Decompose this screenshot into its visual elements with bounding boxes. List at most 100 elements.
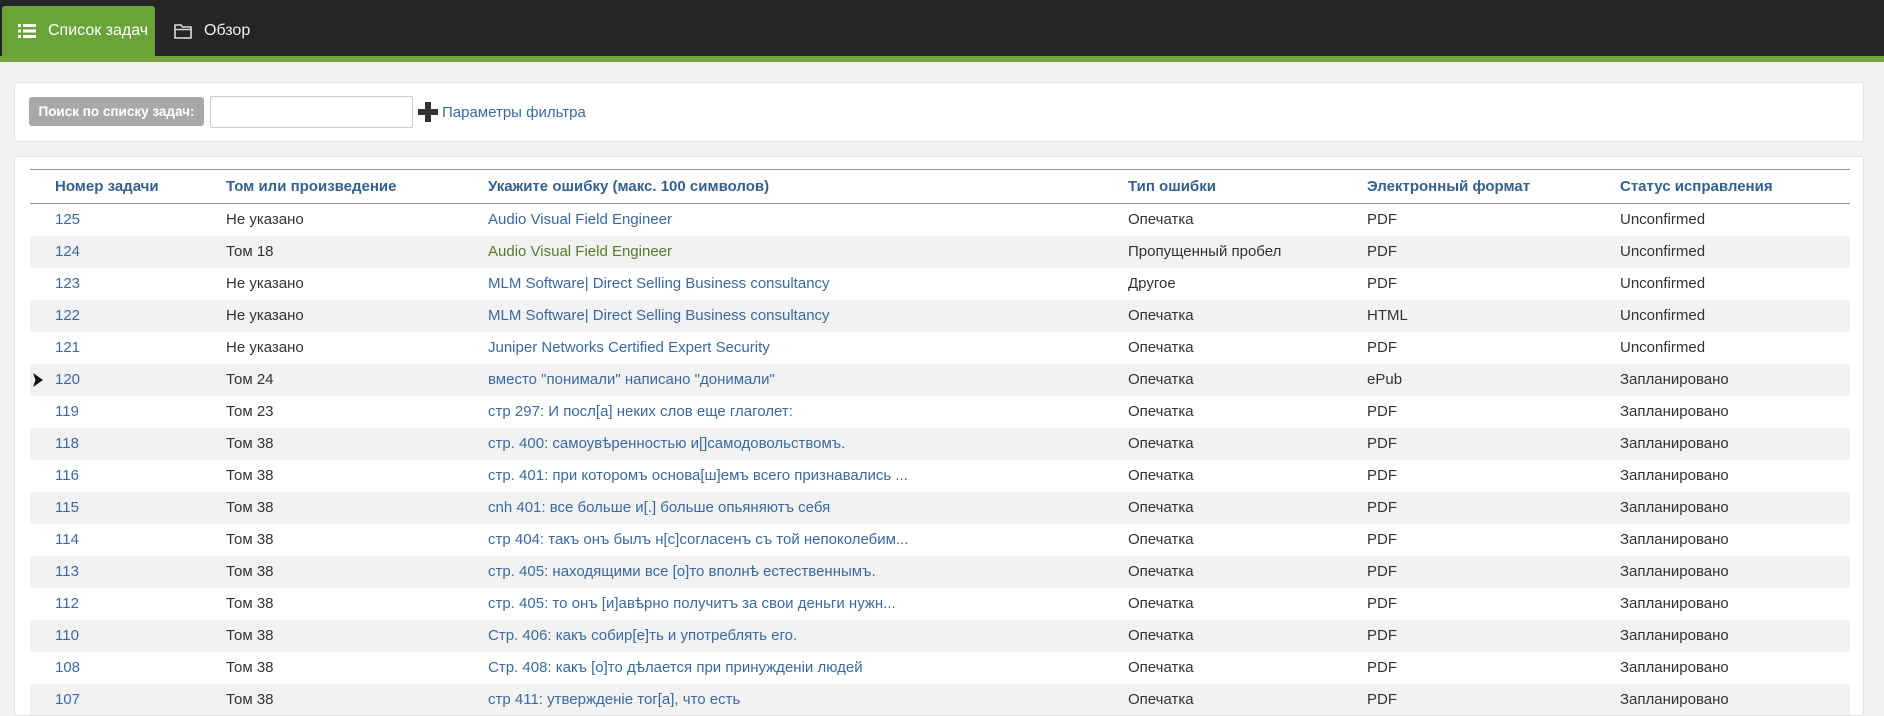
table-row[interactable]: 118 Том 38 стр. 400: самоувѣренностью и[]с…: [30, 427, 1850, 460]
cell-task-number[interactable]: 122: [30, 300, 201, 332]
table-row[interactable]: 113 Том 38 стр. 405: находящими все [о]то …: [30, 555, 1850, 588]
cell-task-number[interactable]: 125: [30, 204, 201, 236]
cell-volume: Том 38: [201, 684, 463, 716]
cell-format: PDF: [1342, 492, 1595, 524]
tab-task-list[interactable]: Список задач: [2, 6, 155, 56]
cell-error-description[interactable]: стр. 405: находящими все [о]то вполнѣ ес…: [463, 556, 1103, 588]
cell-error-description[interactable]: стр. 400: самоувѣренностью и[]самодоволь…: [463, 428, 1103, 460]
cell-task-number[interactable]: 121: [30, 332, 201, 364]
cell-volume-text: Том 38: [226, 659, 274, 676]
cell-error-description[interactable]: Audio Visual Field Engineer: [463, 204, 1103, 236]
header-volume[interactable]: Том или произведение: [201, 170, 463, 204]
header-error-description[interactable]: Укажите ошибку (макс. 100 символов): [463, 170, 1103, 204]
cell-error-description[interactable]: Juniper Networks Certified Expert Securi…: [463, 332, 1103, 364]
table-row[interactable]: 119 Том 23 стр 297: И посл[а] неких слов е…: [30, 396, 1850, 428]
table-row[interactable]: 125 Не указано Audio Visual Field Engineer…: [30, 204, 1850, 236]
cell-status-text: Запланировано: [1620, 691, 1729, 708]
cell-error-description-text: вместо "понимали" написано "донимали": [488, 371, 775, 388]
header-task-number[interactable]: Номер задачи: [30, 170, 201, 204]
cell-volume-text: Не указано: [226, 307, 304, 324]
table-row[interactable]: 108 Том 38 Стр. 408: какъ [о]то дѣлается п…: [30, 652, 1850, 684]
cell-error-description[interactable]: стр 411: утвержденіе тог[а], что есть: [463, 684, 1103, 716]
cell-status-text: Unconfirmed: [1620, 243, 1706, 260]
cell-task-number[interactable]: 118: [30, 428, 201, 460]
cell-volume: Том 24: [201, 364, 463, 396]
header-error-type[interactable]: Тип ошибки: [1103, 170, 1342, 204]
cell-error-description[interactable]: MLM Software| Direct Selling Business co…: [463, 268, 1103, 300]
table-row[interactable]: 124 Том 18 Audio Visual Field Engineer Проп…: [30, 235, 1850, 268]
table-row[interactable]: 115 Том 38 cnh 401: все больше и[.] больше…: [30, 491, 1850, 524]
cell-volume: Том 38: [201, 428, 463, 460]
cell-status: Запланировано: [1595, 396, 1850, 428]
table-row[interactable]: 122 Не указано MLM Software| Direct Sellin…: [30, 299, 1850, 332]
cell-error-description[interactable]: Audio Visual Field Engineer: [463, 236, 1103, 268]
filter-params-link[interactable]: Параметры фильтра: [417, 99, 586, 125]
cell-error-description-text: Стр. 408: какъ [о]то дѣлается при принуж…: [488, 659, 863, 676]
cell-volume: Не указано: [201, 300, 463, 332]
table-row[interactable]: 112 Том 38 стр. 405: то онъ [и]авѣрно полу…: [30, 588, 1850, 620]
cell-error-description[interactable]: cnh 401: все больше и[.] больше опьяняют…: [463, 492, 1103, 524]
cell-format-text: PDF: [1367, 275, 1397, 292]
cell-error-description[interactable]: стр 404: такъ онъ былъ н[с]согласенъ съ …: [463, 524, 1103, 556]
cell-task-number[interactable]: 123: [30, 268, 201, 300]
cell-status-text: Запланировано: [1620, 563, 1729, 580]
cell-volume-text: Том 38: [226, 563, 274, 580]
cell-volume: Том 38: [201, 620, 463, 652]
cell-error-description-text: стр. 405: находящими все [о]то вполнѣ ес…: [488, 563, 876, 580]
cell-volume: Том 38: [201, 492, 463, 524]
cell-task-number[interactable]: 107: [30, 684, 201, 716]
cell-task-number[interactable]: 110: [30, 620, 201, 652]
cell-error-type: Опечатка: [1103, 492, 1342, 524]
cell-format: PDF: [1342, 652, 1595, 684]
cell-format-text: PDF: [1367, 499, 1397, 516]
cell-error-description-text: Juniper Networks Certified Expert Securi…: [488, 339, 770, 356]
cell-status: Запланировано: [1595, 364, 1850, 396]
cell-error-description-text: стр. 400: самоувѣренностью и[]самодоволь…: [488, 435, 846, 452]
table-row[interactable]: 121 Не указано Juniper Networks Certified …: [30, 332, 1850, 364]
cell-status-text: Запланировано: [1620, 403, 1729, 420]
cell-error-description[interactable]: стр. 405: то онъ [и]авѣрно получитъ за с…: [463, 588, 1103, 620]
header-status[interactable]: Статус исправления: [1595, 170, 1850, 204]
cell-volume-text: Том 38: [226, 595, 274, 612]
cell-error-description-text: Стр. 406: какъ собир[е]ть и употреблять …: [488, 627, 798, 644]
cell-error-type: Опечатка: [1103, 556, 1342, 588]
table-row[interactable]: 120 Том 24 вместо "понимали" написано "дон…: [30, 363, 1850, 396]
cell-error-description[interactable]: вместо "понимали" написано "донимали": [463, 364, 1103, 396]
top-navbar: Список задач Обзор: [0, 0, 1884, 56]
cell-error-description[interactable]: MLM Software| Direct Selling Business co…: [463, 300, 1103, 332]
table-row[interactable]: 110 Том 38 Стр. 406: какъ собир[е]ть и упо…: [30, 619, 1850, 652]
search-input[interactable]: [210, 96, 413, 128]
table-row[interactable]: 116 Том 38 стр. 401: при которомъ основа[ш…: [30, 460, 1850, 492]
cell-status: Запланировано: [1595, 652, 1850, 684]
cell-task-number[interactable]: 112: [30, 588, 201, 620]
cell-task-number[interactable]: 119: [30, 396, 201, 428]
cell-task-number[interactable]: 113: [30, 556, 201, 588]
cell-status-text: Запланировано: [1620, 595, 1729, 612]
cell-task-number[interactable]: 108: [30, 652, 201, 684]
cell-format: PDF: [1342, 684, 1595, 716]
tab-overview[interactable]: Обзор: [170, 6, 280, 56]
cell-error-description[interactable]: стр. 401: при которомъ основа[ш]емъ всег…: [463, 460, 1103, 492]
cell-task-number-text: 119: [55, 403, 79, 420]
table-header-row: Номер задачи Том или произведение Укажит…: [30, 169, 1850, 204]
cell-error-type: Опечатка: [1103, 332, 1342, 364]
cell-task-number[interactable]: 115: [30, 492, 201, 524]
cell-volume-text: Том 23: [226, 403, 274, 420]
cell-error-description[interactable]: Стр. 406: какъ собир[е]ть и употреблять …: [463, 620, 1103, 652]
cell-task-number[interactable]: 114: [30, 524, 201, 556]
cell-error-type: Опечатка: [1103, 364, 1342, 396]
cell-volume-text: Том 38: [226, 435, 274, 452]
cell-task-number-text: 107: [55, 691, 81, 708]
cell-task-number[interactable]: 116: [30, 460, 201, 492]
cell-task-number[interactable]: 120: [30, 364, 201, 396]
table-row[interactable]: 123 Не указано MLM Software| Direct Sellin…: [30, 268, 1850, 300]
table-row[interactable]: 107 Том 38 стр 411: утвержденіе тог[а], чт…: [30, 683, 1850, 716]
cell-error-description[interactable]: Стр. 408: какъ [о]то дѣлается при принуж…: [463, 652, 1103, 684]
table-row[interactable]: 114 Том 38 стр 404: такъ онъ былъ н[с]согл…: [30, 524, 1850, 556]
cell-task-number[interactable]: 124: [30, 236, 201, 268]
cell-format-text: PDF: [1367, 563, 1397, 580]
header-format[interactable]: Электронный формат: [1342, 170, 1595, 204]
cell-format-text: PDF: [1367, 339, 1397, 356]
cell-status-text: Запланировано: [1620, 499, 1729, 516]
cell-error-description[interactable]: стр 297: И посл[а] неких слов еще глагол…: [463, 396, 1103, 428]
